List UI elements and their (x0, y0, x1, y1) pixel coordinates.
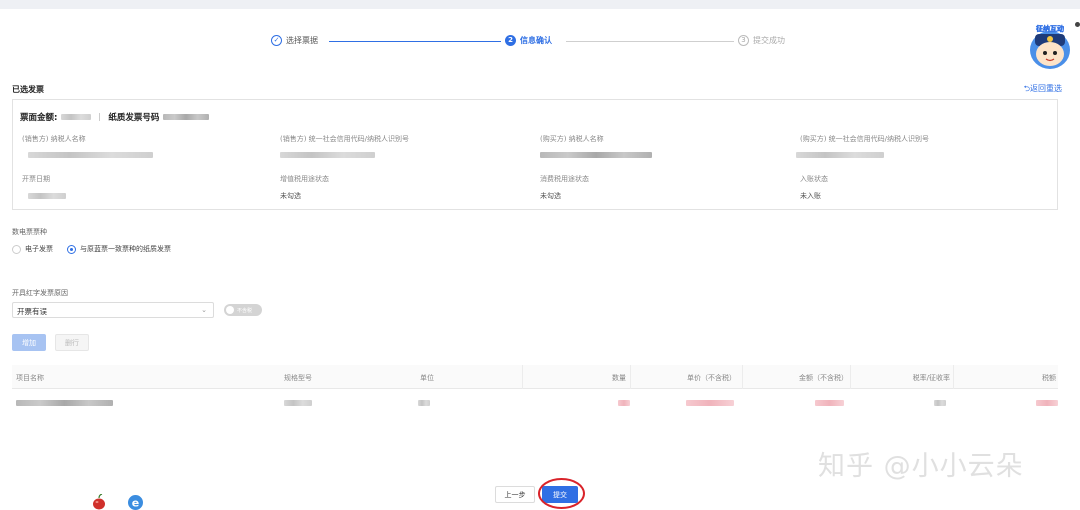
back-reselect-link[interactable]: ⮌返回重选 (1024, 83, 1062, 97)
police-mascot-icon: 征纳互动 (1030, 24, 1070, 69)
step-label: 提交成功 (753, 36, 785, 45)
tax-amount-redacted (1036, 400, 1058, 406)
mascot-assistant[interactable]: 征纳互动 (1024, 22, 1076, 70)
buyer-name-label: (购买方) 纳税人名称 (540, 135, 604, 143)
delete-row-button[interactable]: 删行 (55, 334, 89, 351)
seller-name-label: (销售方) 纳税人名称 (22, 135, 86, 143)
col-divider (953, 365, 954, 389)
col-divider (742, 365, 743, 389)
col-unit-price: 单价（不含税） (687, 374, 736, 382)
step-label: 信息确认 (520, 36, 552, 45)
tax-rate-redacted (934, 400, 946, 406)
consumption-tax-status-value: 未勾选 (540, 192, 561, 200)
spec-model-redacted (284, 400, 312, 406)
seller-name-redacted (28, 152, 153, 158)
radio-electronic[interactable] (12, 244, 21, 254)
unit-redacted (418, 400, 430, 406)
reason-select-value: 开票有误 (17, 307, 47, 316)
step-connector-pending (566, 41, 734, 42)
top-bar (0, 0, 1080, 9)
items-table-header (12, 365, 1058, 389)
col-item-name: 项目名称 (16, 374, 44, 382)
tax-excluded-toggle[interactable]: 不含税 (224, 304, 262, 316)
invoice-type-label: 数电票票种 (12, 228, 47, 236)
col-divider (850, 365, 851, 389)
vat-usage-status-value: 未勾选 (280, 192, 301, 200)
step-label: 选择票据 (286, 36, 318, 45)
add-row-button[interactable]: 增加 (12, 334, 46, 351)
section-title: 已选发票 (12, 85, 44, 94)
vat-usage-status-label: 增值税用途状态 (280, 175, 329, 183)
seller-tax-id-label: (销售方) 统一社会信用代码/纳税人识别号 (280, 135, 410, 143)
booking-status-value: 未入账 (800, 192, 821, 200)
radio-paper-same-type-label[interactable]: 与原蓝票一致票种的纸质发票 (80, 244, 171, 254)
buyer-tax-id-label: (购买方) 统一社会信用代码/纳税人识别号 (800, 135, 930, 143)
issue-date-redacted (28, 193, 66, 199)
check-circle-icon: ✓ (271, 35, 282, 46)
unit-price-redacted (686, 400, 734, 406)
quantity-redacted (618, 400, 630, 406)
invoice-amount-row: 票面金额: 纸质发票号码 (20, 111, 210, 123)
svg-text:e: e (132, 497, 139, 510)
reason-select[interactable]: 开票有误 ⌄ (12, 302, 214, 318)
amount-label: 票面金额: (20, 113, 58, 123)
main-card (4, 18, 1076, 510)
issue-date-label: 开票日期 (22, 175, 50, 183)
radio-paper-same-type[interactable] (67, 244, 76, 254)
col-divider (522, 365, 523, 389)
col-spec-model: 规格型号 (284, 374, 312, 382)
apple-icon[interactable] (92, 494, 106, 510)
amount-value-redacted (61, 114, 92, 120)
paper-invoice-no-label: 纸质发票号码 (108, 113, 160, 123)
step-number-badge: 2 (505, 35, 516, 46)
consumption-tax-status-label: 消费税用途状态 (540, 175, 589, 183)
previous-step-button[interactable]: 上一步 (495, 486, 535, 503)
status-dot (1075, 22, 1080, 27)
divider (99, 113, 101, 121)
radio-electronic-label[interactable]: 电子发票 (25, 244, 53, 254)
paper-invoice-no-redacted (163, 114, 210, 120)
amount-redacted (815, 400, 844, 406)
step-number-badge: 3 (738, 35, 749, 46)
col-divider (630, 365, 631, 389)
col-tax-rate: 税率/征收率 (912, 374, 950, 382)
ie-browser-icon[interactable]: e (127, 494, 144, 510)
submit-highlight-ring (538, 478, 585, 509)
toggle-label: 不含税 (237, 307, 253, 314)
toggle-knob (226, 306, 234, 314)
col-unit: 单位 (420, 374, 434, 382)
chevron-down-icon: ⌄ (201, 306, 207, 314)
step-submit-success: 3 提交成功 (738, 35, 785, 46)
item-name-redacted (16, 400, 113, 406)
buyer-tax-id-redacted (796, 152, 884, 158)
red-invoice-reason-label: 开具红字发票原因 (12, 289, 68, 297)
col-quantity: 数量 (612, 374, 626, 382)
step-select-invoice: ✓ 选择票据 (271, 35, 318, 46)
seller-tax-id-redacted (280, 152, 375, 158)
buyer-name-redacted (540, 152, 652, 158)
col-tax-amount: 税额 (1042, 374, 1056, 382)
booking-status-label: 入账状态 (800, 175, 828, 183)
zhihu-watermark: 知乎 @小小云朵 (818, 451, 1024, 482)
invoice-type-radio-group: 电子发票 与原蓝票一致票种的纸质发票 (12, 244, 171, 254)
svg-text:征纳互动: 征纳互动 (1035, 24, 1064, 33)
step-confirm-info: 2 信息确认 (505, 35, 552, 46)
col-amount: 金额（不含税） (799, 374, 848, 382)
step-connector-done (329, 41, 501, 42)
